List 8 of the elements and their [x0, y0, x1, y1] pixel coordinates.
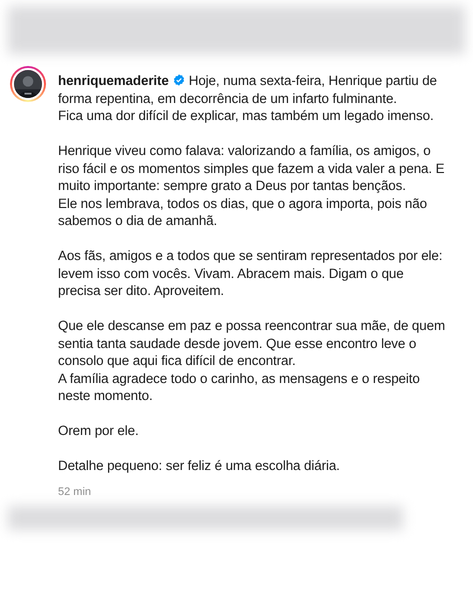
caption-paragraph: henriquemaderite Hoje, numa sexta-feira, Henrique partiu de forma repentina, em decorrência de um infarto fulminante. Fica uma dor difícil de explicar, mas também um legado imenso.	[58, 72, 438, 124]
caption-paragraph: Que ele descanse em paz e possa reencontrar sua mãe, de quem sentia tanta saudade desde jovem. Que esse encontro leve o consolo que aqui fica difícil de encontrar. A família agradece todo o carinho, as mensagens e o respeito neste momento.	[58, 317, 446, 404]
caption-paragraph: Detalhe pequeno: ser feliz é uma escolha diária.	[58, 457, 341, 474]
post-time: 52 min	[58, 486, 92, 498]
caption-paragraph: Aos fãs, amigos e a todos que se sentiram representados por ele: levem isso com vocês. Vivam. Abracem mais. Digam o que precisa ser dito. Aproveitem.	[58, 247, 444, 300]
username-link[interactable]: henriquemaderite	[58, 73, 169, 88]
caption-paragraph: Henrique viveu como falava: valorizando a família, os amigos, o riso fácil e os momentos simples que fazem a vida valer a pena. E muito importante: sempre grato a Deus por tantas bençãos. Ele nos lembrava, todos os dias, que o agora importa, pois não sabemos o dia de amanhã.	[58, 142, 446, 230]
caption-paragraph: Orem por ele.	[58, 422, 140, 440]
